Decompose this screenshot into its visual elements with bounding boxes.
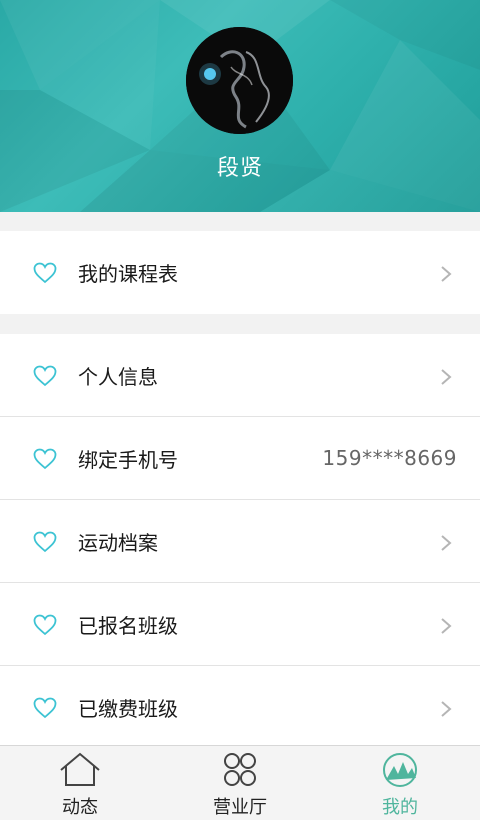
phone-number-value: 159****8669 bbox=[322, 446, 457, 470]
heart-icon bbox=[33, 614, 57, 636]
menu-label: 已缴费班级 bbox=[78, 697, 178, 721]
heart-icon bbox=[33, 697, 57, 719]
chevron-right-icon bbox=[441, 535, 452, 551]
menu-label: 个人信息 bbox=[78, 364, 158, 389]
menu-item-bind-phone[interactable]: 绑定手机号 159****8669 bbox=[0, 417, 480, 500]
tab-label: 动态 bbox=[62, 797, 98, 818]
menu-item-schedule[interactable]: 我的课程表 bbox=[0, 231, 480, 314]
user-name: 段贤 bbox=[216, 156, 263, 181]
heart-icon bbox=[33, 531, 57, 553]
menu-group-profile: 个人信息 绑定手机号 159****8669 运动档案 已报名班级 已缴费班级 bbox=[0, 334, 480, 749]
four-circles-icon bbox=[224, 753, 256, 786]
chevron-right-icon bbox=[441, 618, 452, 634]
menu-item-paid-classes[interactable]: 已缴费班级 bbox=[0, 666, 480, 749]
menu-label: 运动档案 bbox=[78, 530, 158, 555]
heart-icon bbox=[33, 262, 57, 284]
menu-item-personal-info[interactable]: 个人信息 bbox=[0, 334, 480, 417]
avatar-image bbox=[186, 27, 293, 134]
menu-label: 绑定手机号 bbox=[78, 447, 178, 472]
tab-service-hall[interactable]: 营业厅 bbox=[160, 746, 320, 820]
heart-icon bbox=[33, 448, 57, 470]
chevron-right-icon bbox=[441, 369, 452, 385]
mountain-icon bbox=[383, 753, 417, 787]
bottom-tab-bar: 动态 营业厅 我的 bbox=[0, 745, 480, 820]
tab-label: 我的 bbox=[382, 797, 418, 818]
tab-label: 营业厅 bbox=[213, 797, 267, 818]
chevron-right-icon bbox=[441, 701, 452, 717]
menu-group-schedule: 我的课程表 bbox=[0, 231, 480, 314]
home-icon bbox=[60, 752, 100, 786]
menu-label: 我的课程表 bbox=[78, 262, 178, 286]
menu-item-registered-classes[interactable]: 已报名班级 bbox=[0, 583, 480, 666]
menu-label: 已报名班级 bbox=[78, 613, 178, 638]
profile-header: 段贤 bbox=[0, 0, 480, 212]
avatar[interactable] bbox=[186, 27, 293, 134]
chevron-right-icon bbox=[441, 266, 452, 282]
menu-item-sports-record[interactable]: 运动档案 bbox=[0, 500, 480, 583]
heart-icon bbox=[33, 365, 57, 387]
tab-feed[interactable]: 动态 bbox=[0, 746, 160, 820]
tab-mine[interactable]: 我的 bbox=[320, 746, 480, 820]
